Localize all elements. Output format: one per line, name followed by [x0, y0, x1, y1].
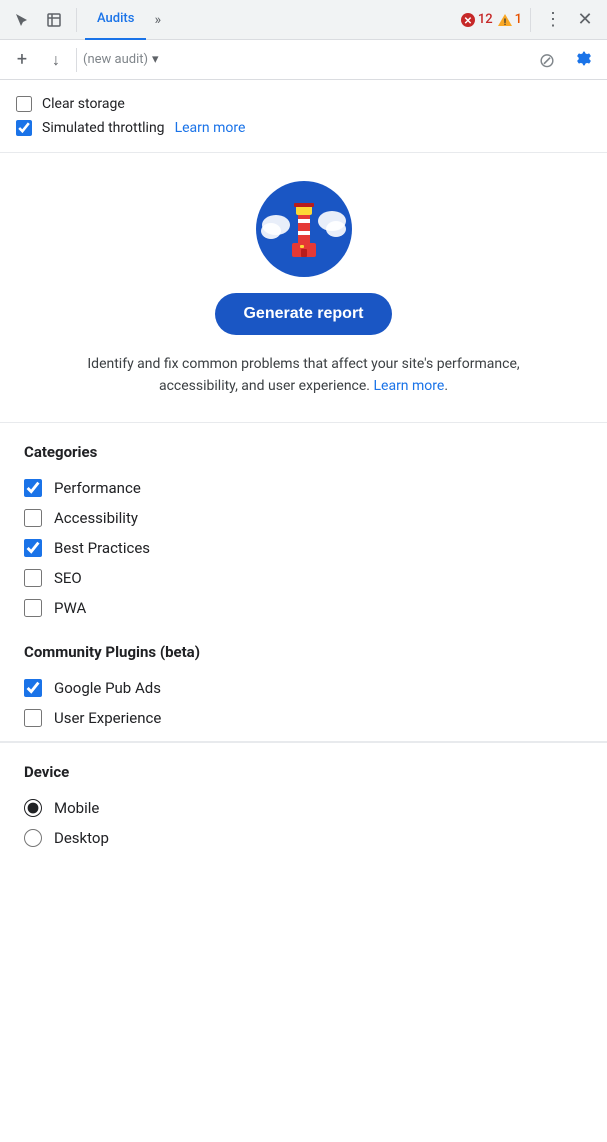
hero-description: Identify and fix common problems that af… — [64, 353, 544, 398]
categories-section: Categories Performance Accessibility Bes… — [0, 423, 607, 631]
simulated-throttling-row[interactable]: Simulated throttling Learn more — [16, 116, 591, 140]
category-best-practices-label: Best Practices — [54, 539, 150, 557]
category-pwa-label: PWA — [54, 599, 86, 617]
device-title: Device — [24, 763, 583, 781]
toolbar-close-button[interactable]: ✕ — [571, 6, 599, 34]
plugin-google-pub-ads-row[interactable]: Google Pub Ads — [24, 673, 583, 703]
warning-count: 1 — [515, 12, 522, 27]
plugin-user-experience-label: User Experience — [54, 709, 161, 727]
plugin-user-experience-row[interactable]: User Experience — [24, 703, 583, 733]
gear-icon — [573, 50, 593, 70]
simulated-throttling-label: Simulated throttling — [42, 120, 165, 136]
category-accessibility-label: Accessibility — [54, 509, 138, 527]
download-button[interactable]: ↓ — [42, 46, 70, 74]
hero-section: Generate report Identify and fix common … — [0, 153, 607, 423]
audits-tab[interactable]: Audits — [85, 0, 146, 40]
svg-text:✕: ✕ — [464, 16, 472, 27]
warning-icon: ! — [497, 12, 513, 28]
audits-tab-label: Audits — [97, 11, 134, 26]
categories-title: Categories — [24, 443, 583, 461]
toolbar-divider-2 — [530, 8, 531, 32]
audit-selector-label: (new audit) — [83, 52, 148, 67]
community-plugins-section: Community Plugins (beta) Google Pub Ads … — [0, 631, 607, 741]
device-desktop-radio[interactable] — [24, 829, 42, 847]
plugin-google-pub-ads-checkbox[interactable] — [24, 679, 42, 697]
clear-storage-row[interactable]: Clear storage — [16, 92, 591, 116]
error-warning-area: ✕ 12 ! 1 ⋮ ✕ — [460, 6, 599, 34]
plugin-google-pub-ads-label: Google Pub Ads — [54, 679, 161, 697]
generate-report-label: Generate report — [243, 305, 363, 322]
device-mobile-radio[interactable] — [24, 799, 42, 817]
clear-storage-checkbox[interactable] — [16, 96, 32, 112]
cursor-tool-button[interactable] — [8, 6, 36, 34]
new-audit-add-button[interactable]: + — [8, 46, 36, 74]
svg-text:!: ! — [503, 18, 505, 28]
device-mobile-label: Mobile — [54, 799, 99, 817]
lighthouse-logo — [256, 181, 352, 277]
audit-selector[interactable]: (new audit) ▾ — [83, 52, 527, 67]
category-best-practices-checkbox[interactable] — [24, 539, 42, 557]
device-section: Device Mobile Desktop — [0, 742, 607, 869]
hero-description-text: Identify and fix common problems that af… — [87, 356, 519, 394]
inspect-tool-button[interactable] — [40, 6, 68, 34]
device-mobile-row[interactable]: Mobile — [24, 793, 583, 823]
category-accessibility-row[interactable]: Accessibility — [24, 503, 583, 533]
simulated-throttling-checkbox[interactable] — [16, 120, 32, 136]
plugin-user-experience-checkbox[interactable] — [24, 709, 42, 727]
category-performance-label: Performance — [54, 479, 141, 497]
error-badge[interactable]: ✕ 12 — [460, 12, 493, 28]
device-desktop-row[interactable]: Desktop — [24, 823, 583, 853]
toolbar-menu-button[interactable]: ⋮ — [539, 6, 567, 34]
device-desktop-label: Desktop — [54, 829, 109, 847]
category-performance-row[interactable]: Performance — [24, 473, 583, 503]
category-seo-label: SEO — [54, 569, 82, 587]
options-section: Clear storage Simulated throttling Learn… — [0, 80, 607, 153]
community-plugins-title: Community Plugins (beta) — [24, 643, 583, 661]
category-best-practices-row[interactable]: Best Practices — [24, 533, 583, 563]
toolbar2-divider — [76, 48, 77, 72]
secondary-toolbar: + ↓ (new audit) ▾ ⊘ — [0, 40, 607, 80]
clear-storage-label: Clear storage — [42, 96, 125, 112]
settings-gear-button[interactable] — [567, 44, 599, 76]
warning-badge[interactable]: ! 1 — [497, 12, 522, 28]
generate-report-button[interactable]: Generate report — [215, 293, 391, 335]
inspect-icon — [46, 12, 62, 28]
more-tabs-button[interactable]: » — [150, 8, 165, 32]
error-count: 12 — [478, 12, 493, 27]
cursor-icon — [14, 12, 30, 28]
toolbar-divider-1 — [76, 8, 77, 32]
simulated-throttling-learn-more[interactable]: Learn more — [175, 120, 246, 136]
dropdown-icon: ▾ — [152, 52, 159, 67]
hero-learn-more[interactable]: Learn more — [373, 378, 444, 394]
category-accessibility-checkbox[interactable] — [24, 509, 42, 527]
category-seo-row[interactable]: SEO — [24, 563, 583, 593]
category-seo-checkbox[interactable] — [24, 569, 42, 587]
error-icon: ✕ — [460, 12, 476, 28]
category-pwa-checkbox[interactable] — [24, 599, 42, 617]
main-toolbar: Audits » ✕ 12 ! 1 ⋮ ✕ — [0, 0, 607, 40]
cancel-icon: ⊘ — [533, 46, 561, 74]
category-pwa-row[interactable]: PWA — [24, 593, 583, 623]
category-performance-checkbox[interactable] — [24, 479, 42, 497]
